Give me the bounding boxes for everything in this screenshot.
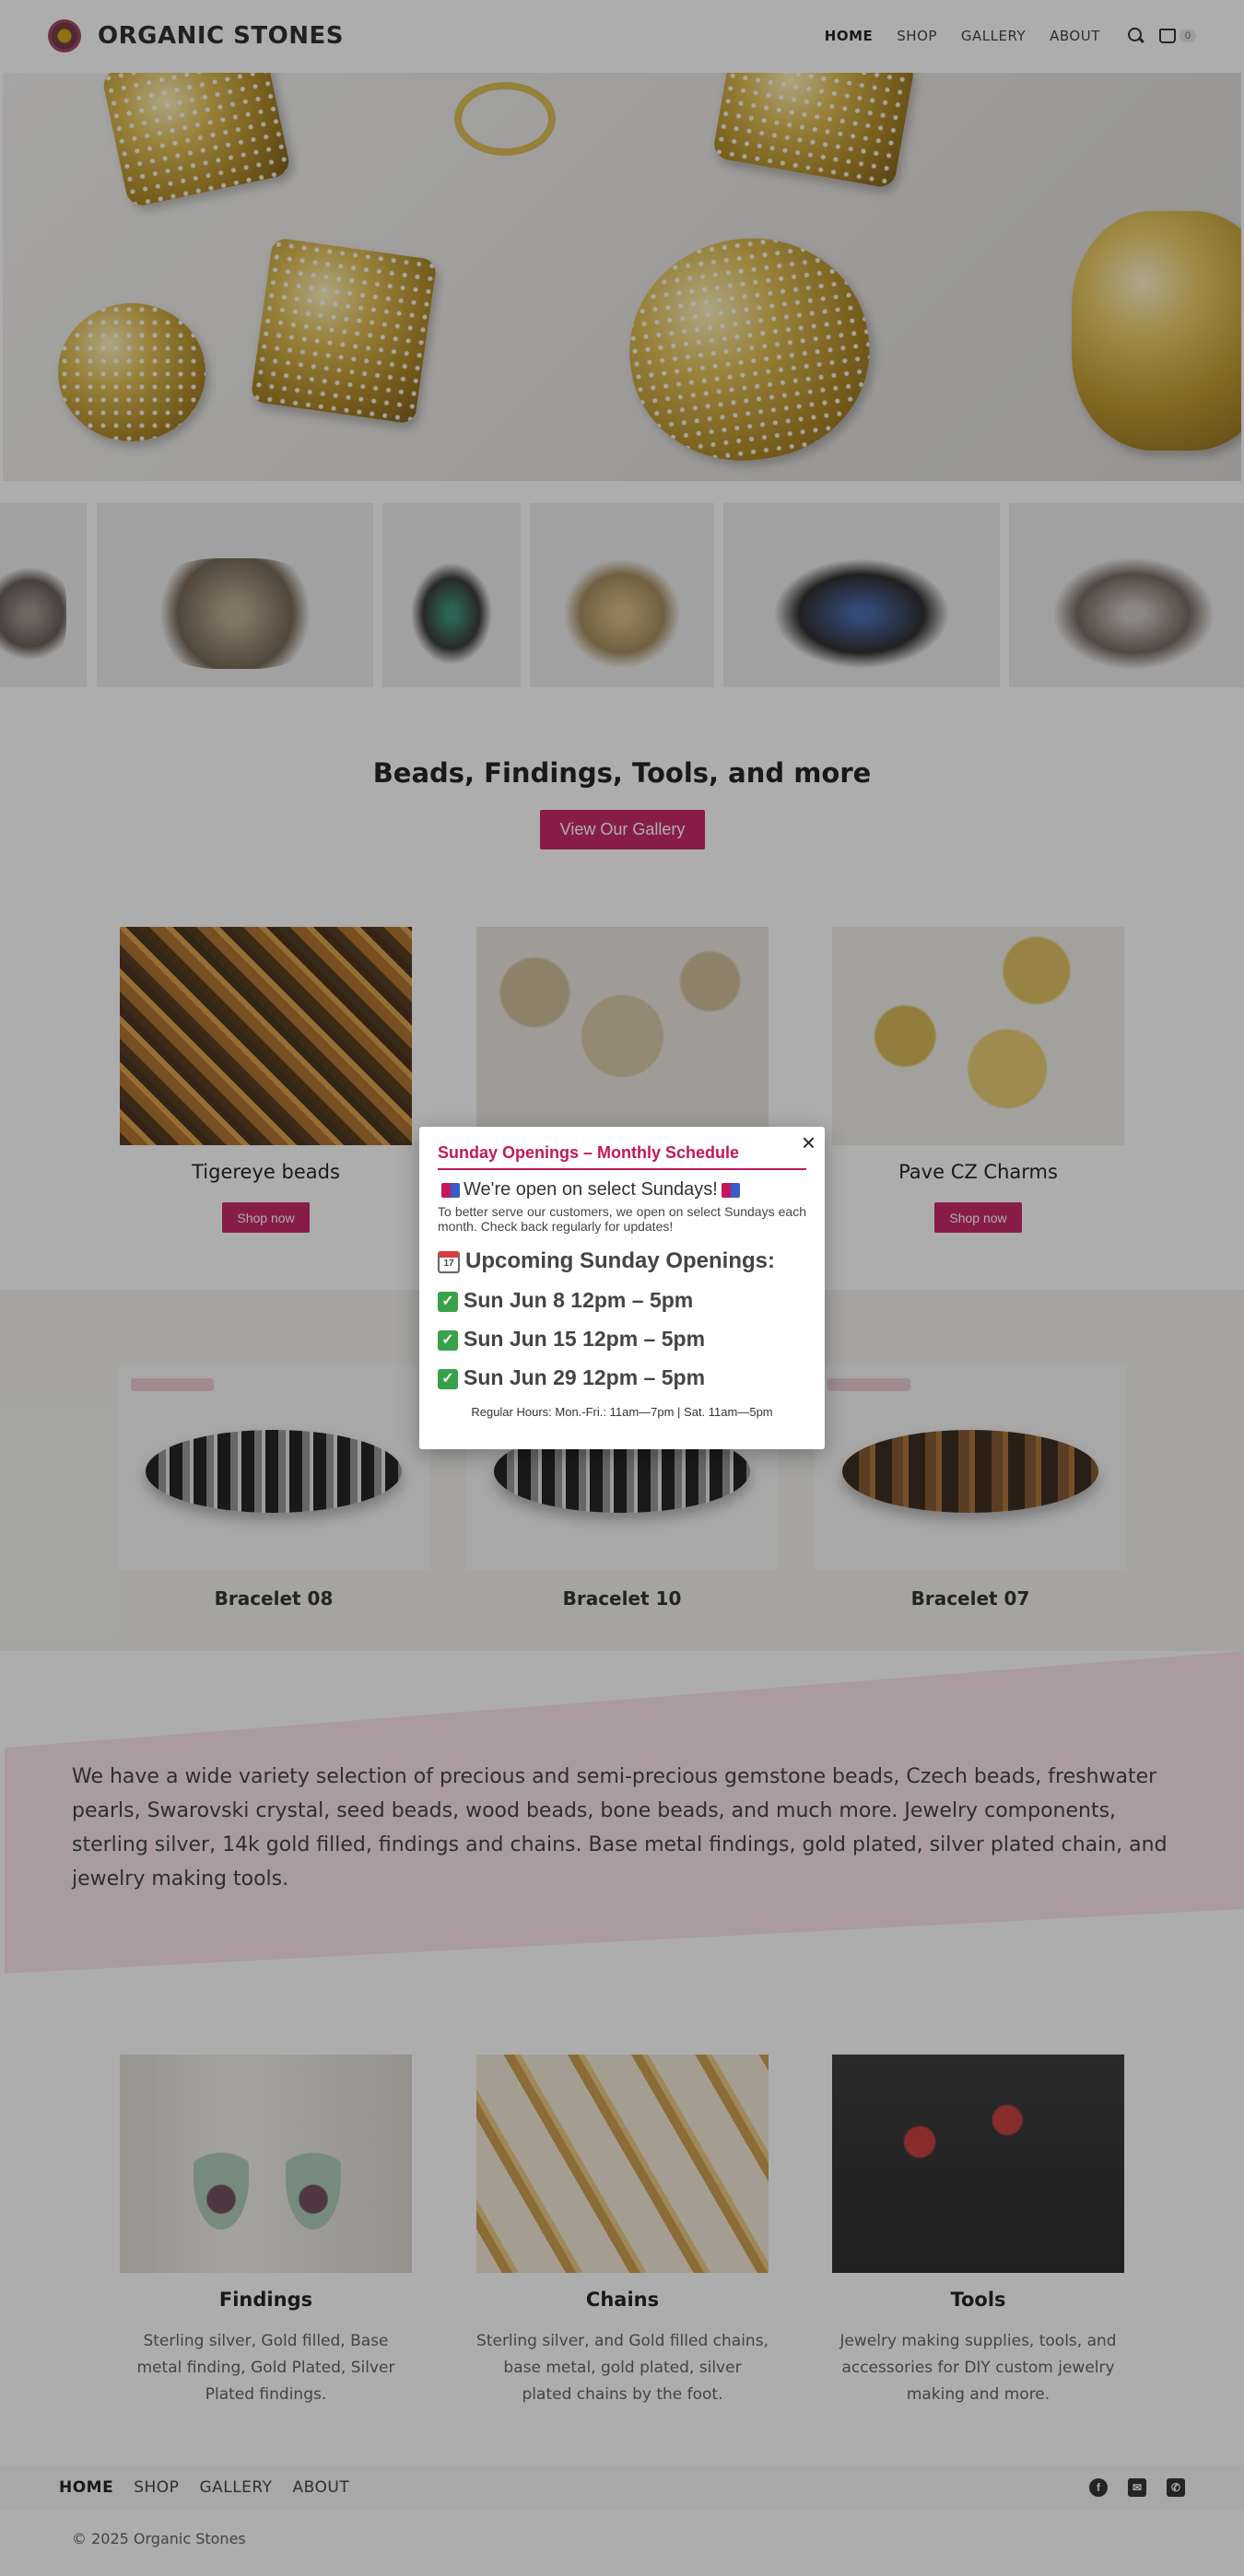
check-icon: ✓ bbox=[438, 1329, 458, 1351]
check-icon: ✓ bbox=[438, 1368, 458, 1389]
opening-date: ✓ Sun Jun 8 12pm – 5pm bbox=[438, 1288, 806, 1313]
calendar-icon: 17 bbox=[438, 1250, 460, 1273]
shopping-bags-icon bbox=[721, 1182, 740, 1198]
modal-open-text: We're open on select Sundays! bbox=[438, 1179, 806, 1200]
check-icon: ✓ bbox=[438, 1291, 458, 1312]
upcoming-label: Upcoming Sunday Openings: bbox=[465, 1248, 776, 1273]
regular-hours: Regular Hours: Mon.-Fri.: 11am—7pm | Sat… bbox=[471, 1405, 773, 1419]
open-text: We're open on select Sundays! bbox=[464, 1179, 718, 1200]
upcoming-heading: 17 Upcoming Sunday Openings: bbox=[438, 1248, 806, 1274]
modal-note: To better serve our customers, we open o… bbox=[438, 1204, 806, 1234]
shopping-bags-icon bbox=[441, 1182, 460, 1198]
opening-date: ✓ Sun Jun 29 12pm – 5pm bbox=[438, 1365, 806, 1390]
close-icon[interactable]: × bbox=[802, 1129, 816, 1157]
opening-date-text: Sun Jun 15 12pm – 5pm bbox=[464, 1327, 706, 1351]
opening-date: ✓ Sun Jun 15 12pm – 5pm bbox=[438, 1327, 806, 1352]
opening-date-text: Sun Jun 8 12pm – 5pm bbox=[464, 1288, 694, 1312]
modal-title: Sunday Openings – Monthly Schedule bbox=[438, 1143, 806, 1170]
opening-date-text: Sun Jun 29 12pm – 5pm bbox=[464, 1365, 706, 1389]
sunday-openings-modal: × Sunday Openings – Monthly Schedule We'… bbox=[419, 1127, 825, 1449]
